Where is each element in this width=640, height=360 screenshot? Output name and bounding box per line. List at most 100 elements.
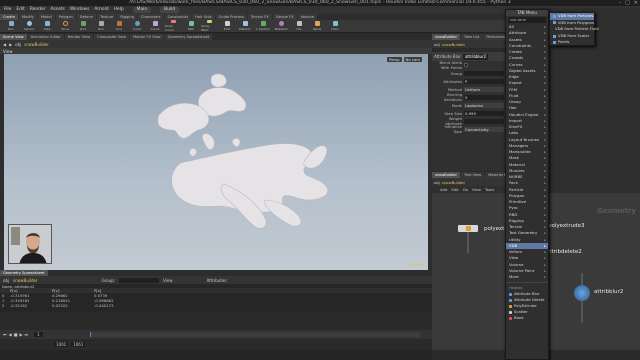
influence-type-dropdown[interactable]: Connectivity [464,126,504,132]
frame-start-field[interactable]: 1001 [54,342,69,347]
vdb-icon [553,21,556,25]
tool-file[interactable]: File [291,20,307,32]
tool-tube[interactable]: Tube [39,20,55,32]
stop-icon[interactable]: ■ [14,332,18,337]
net-menu-go[interactable]: Go [463,187,468,192]
spreadsheet-attributes-label: Attributes: [206,277,228,283]
menu-arnold[interactable]: Arnold [94,6,108,14]
table-cell: -0.440173 [94,303,114,308]
menu-render[interactable]: Render [30,6,46,14]
blast-icon [509,316,512,320]
tool-line[interactable]: Line [111,20,127,32]
attributes-field[interactable]: P [464,78,504,84]
play-icon[interactable]: ▶ [19,332,22,337]
group-field[interactable] [464,70,504,76]
torus-icon [62,21,68,26]
spreadsheet-toolbar: obj snowBuilder Group: View Attributes: [0,276,432,284]
attribute-delete-icon [509,298,512,302]
spreadsheet-group-field[interactable] [119,277,160,283]
null-icon [98,21,104,26]
submenu-item-selected[interactable]: VDB from Particles [550,13,594,20]
network-menu: Add Edit Go View Tools [432,186,508,193]
tool-draw-curve[interactable]: Draw Curve [165,20,181,32]
history-item[interactable]: Blast [506,315,548,321]
menu-assets[interactable]: Assets [51,6,65,14]
submenu-item[interactable]: VDB from Particle Fluid [550,26,599,33]
timeline-playhead[interactable] [90,332,91,337]
tool-helix[interactable]: Helix [327,20,343,32]
tool-spray-paint[interactable]: Spray Paint [201,20,217,32]
timeline-ruler[interactable] [90,332,420,337]
submenu-item[interactable]: Points [550,39,594,46]
forward-icon[interactable]: ▶ [9,42,12,47]
step-back-icon[interactable]: ◀ [9,332,12,337]
vdb-submenu: VDB from Particles VDB from Polygons VDB… [549,12,599,46]
build-selector[interactable]: Build [160,7,180,13]
weight-attribute-field[interactable] [464,118,504,124]
method-dropdown[interactable]: Uniform [464,86,504,92]
menu-windows[interactable]: Windows [70,6,90,14]
menu-help[interactable]: Help [114,6,124,14]
iterations-field[interactable]: 5 [464,94,504,100]
param-row: Mode Laplacian [432,101,508,109]
node-path[interactable]: snowBuilder [24,42,48,47]
tool-font[interactable]: Font [219,20,235,32]
scene-viewport[interactable]: Persp No cam snowGen [4,54,428,270]
tool-spiral[interactable]: Spiral [309,20,325,32]
submenu-item[interactable]: VDB from Polygons [550,20,594,27]
tool-metaball[interactable]: Metaball [273,20,289,32]
net-menu-tools[interactable]: Tools [485,187,494,192]
tab-menu-search[interactable]: sub-term [508,17,546,23]
menu-edit[interactable]: Edit [16,6,25,14]
tab-menu-item[interactable]: More ▸ [506,274,548,280]
node-name-field[interactable]: attribblur2 [462,53,489,60]
network-path-bar: obj snowBuilder [432,178,508,186]
tool-torus[interactable]: Torus [57,20,73,32]
tool-grid[interactable]: Grid [75,20,91,32]
tool-circle[interactable]: Circle [129,20,145,32]
net-node-path[interactable]: snowBuilder [442,180,465,185]
chevron-right-icon: ▸ [544,275,546,279]
curve-icon [152,21,158,26]
net-menu-edit[interactable]: Edit [451,187,458,192]
jump-start-icon[interactable]: ⏮ [3,332,7,337]
vdb-icon [553,14,556,18]
step-size-field[interactable]: 0.999 [464,110,504,116]
tool-curve[interactable]: Curve [147,20,163,32]
tool-null[interactable]: Null [93,20,109,32]
spreadsheet-view-label[interactable]: View [163,278,173,283]
snow-tail-piece [202,133,215,151]
net-menu-add[interactable]: Add [440,187,447,192]
tool-path[interactable]: Path [183,20,199,32]
presenter-webcam [8,224,52,264]
tool-sphere[interactable]: Sphere [21,20,37,32]
tool-platonic[interactable]: Platonic [237,20,253,32]
submenu-item[interactable]: VDB from Scalar [550,33,594,40]
spreadsheet-node-path[interactable]: snowBuilder [13,278,37,283]
back-icon[interactable]: ◀ [3,42,6,47]
menu-file[interactable]: File [4,6,11,14]
jump-end-icon[interactable]: ⏭ [25,332,29,337]
font-icon [224,21,230,26]
helix-icon [332,21,338,26]
spreadsheet-obj-path[interactable]: obj [3,278,9,283]
frame-end-field[interactable]: 1061 [71,342,86,347]
param-obj-path[interactable]: obj [434,42,440,47]
attribute-blur-icon [509,292,512,296]
net-menu-view[interactable]: View [472,187,481,192]
snow-drip-top [231,137,241,147]
checkbox[interactable] [464,63,468,67]
current-frame-field[interactable]: 1 [34,332,43,337]
net-obj-path[interactable]: obj [434,180,440,185]
lsystem-icon [260,21,266,26]
obj-path[interactable]: obj [15,42,21,47]
table-row[interactable]: 2 -0.32162 0.02522 -0.440173 [0,303,432,308]
mode-dropdown[interactable]: Laplacian [464,102,504,108]
spreadsheet-group-label: Group: [101,277,116,283]
tool-box[interactable]: Box [3,20,19,32]
tool-lsystem[interactable]: L-System [255,20,271,32]
platonic-icon [242,21,248,26]
param-node-path[interactable]: snowBuilder [442,42,465,47]
desktop-selector[interactable]: Main [132,7,152,13]
grid-icon [80,21,86,26]
